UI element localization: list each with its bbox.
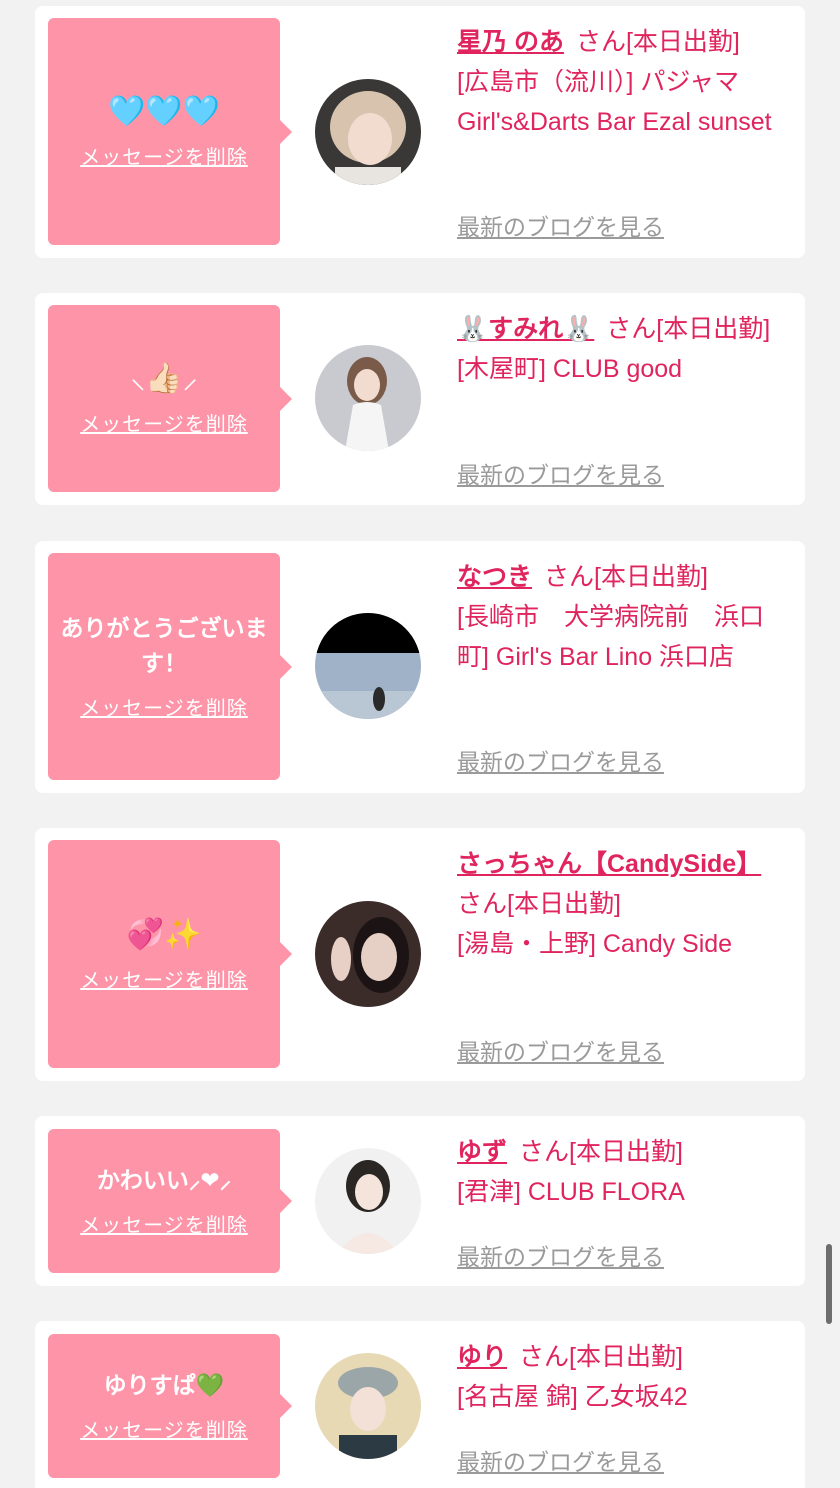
cast-name-link[interactable]: ゆり — [457, 1343, 507, 1371]
cast-info: ゆり さん[本日出勤] [名古屋 錦] 乙女坂42 — [457, 1337, 792, 1417]
avatar[interactable] — [315, 613, 421, 719]
shop-name: [木屋町] CLUB good — [457, 355, 683, 383]
message-text: かわいい⸝❤︎⸝ — [96, 1168, 232, 1194]
message-text: ありがとうございます！ — [60, 616, 268, 677]
avatar[interactable] — [315, 901, 421, 1007]
avatar[interactable] — [315, 79, 421, 185]
cast-name-link[interactable]: なつき — [457, 563, 532, 591]
shop-name: [広島市（流川）] パジャマGirl's&Darts Bar Ezal suns… — [457, 68, 772, 136]
cast-status: さん[本日出勤] — [457, 890, 621, 918]
shop-name: [長崎市 大学病院前 浜口町] Girl's Bar Lino 浜口店 — [457, 603, 764, 671]
latest-blog-link[interactable]: 最新のブログを見る — [457, 208, 664, 242]
message-card: かわいい⸝❤︎⸝ メッセージを削除 ゆず さん[本日出勤] [君津] CLUB F… — [35, 1116, 805, 1286]
message-card: ⸜👍🏻⸝‍ メッセージを削除 🐰すみれ🐰 さん[本日出勤] [木屋町] CLUB … — [35, 293, 805, 505]
message-card: 🩵🩵🩵 メッセージを削除 星乃 のあ さん[本日出勤] [広島市（流川）] パジャ… — [35, 6, 805, 258]
latest-blog-link[interactable]: 最新のブログを見る — [457, 1238, 664, 1272]
shop-name: [湯島・上野] Candy Side — [457, 930, 733, 958]
latest-blog-link[interactable]: 最新のブログを見る — [457, 743, 664, 777]
cast-status: さん[本日出勤] — [519, 1343, 683, 1371]
cast-name-link[interactable]: ゆず — [457, 1138, 507, 1166]
cast-info: ゆず さん[本日出勤] [君津] CLUB FLORA — [457, 1132, 792, 1212]
latest-blog-link[interactable]: 最新のブログを見る — [457, 1033, 664, 1067]
message-card: ゆりすぱ💚 メッセージを削除 ゆり さん[本日出勤] [名古屋 錦] 乙女坂42 … — [35, 1321, 805, 1488]
cast-name-link[interactable]: 星乃 のあ — [457, 28, 564, 56]
cast-status: さん[本日出勤] — [575, 28, 740, 56]
message-text: 🩵🩵🩵 — [107, 94, 221, 129]
cast-name-link[interactable]: 🐰すみれ🐰 — [457, 315, 594, 343]
message-bubble: かわいい⸝❤︎⸝ メッセージを削除 — [48, 1129, 292, 1273]
message-bubble: 🩵🩵🩵 メッセージを削除 — [48, 18, 292, 245]
delete-message-link[interactable]: メッセージを削除 — [80, 692, 248, 721]
cast-status: さん[本日出勤] — [606, 315, 771, 343]
delete-message-link[interactable]: メッセージを削除 — [80, 141, 248, 170]
cast-info: 🐰すみれ🐰 さん[本日出勤] [木屋町] CLUB good — [457, 309, 792, 389]
message-text: 💞✨ — [126, 916, 202, 952]
latest-blog-link[interactable]: 最新のブログを見る — [457, 1443, 664, 1477]
delete-message-link[interactable]: メッセージを削除 — [80, 1414, 248, 1443]
scrollbar[interactable] — [826, 1244, 832, 1324]
shop-name: [君津] CLUB FLORA — [457, 1178, 685, 1206]
cast-info: さっちゃん【CandySide】さん[本日出勤] [湯島・上野] Candy S… — [457, 844, 792, 964]
message-bubble: 💞✨ メッセージを削除 — [48, 840, 292, 1068]
message-card: ありがとうございます！ メッセージを削除 なつき さん[本日出勤] [長崎市 大学… — [35, 541, 805, 793]
message-bubble: ありがとうございます！ メッセージを削除 — [48, 553, 292, 780]
cast-info: 星乃 のあ さん[本日出勤] [広島市（流川）] パジャマGirl's&Darts… — [457, 22, 792, 142]
delete-message-link[interactable]: メッセージを削除 — [80, 964, 248, 993]
message-card: 💞✨ メッセージを削除 さっちゃん【CandySide】さん[本日出勤] [湯島… — [35, 828, 805, 1081]
message-text: ゆりすぱ💚 — [103, 1373, 225, 1399]
avatar[interactable] — [315, 1148, 421, 1254]
shop-name: [名古屋 錦] 乙女坂42 — [457, 1383, 688, 1411]
latest-blog-link[interactable]: 最新のブログを見る — [457, 456, 664, 490]
avatar[interactable] — [315, 345, 421, 451]
cast-info: なつき さん[本日出勤] [長崎市 大学病院前 浜口町] Girl's Bar L… — [457, 557, 792, 677]
message-bubble: ゆりすぱ💚 メッセージを削除 — [48, 1334, 292, 1478]
cast-status: さん[本日出勤] — [544, 563, 708, 591]
delete-message-link[interactable]: メッセージを削除 — [80, 408, 248, 437]
message-bubble: ⸜👍🏻⸝‍ メッセージを削除 — [48, 305, 292, 492]
message-text: ⸜👍🏻⸝‍ — [130, 361, 198, 396]
cast-name-link[interactable]: さっちゃん【CandySide】 — [457, 850, 761, 878]
cast-status: さん[本日出勤] — [519, 1138, 683, 1166]
avatar[interactable] — [315, 1353, 421, 1459]
delete-message-link[interactable]: メッセージを削除 — [80, 1209, 248, 1238]
